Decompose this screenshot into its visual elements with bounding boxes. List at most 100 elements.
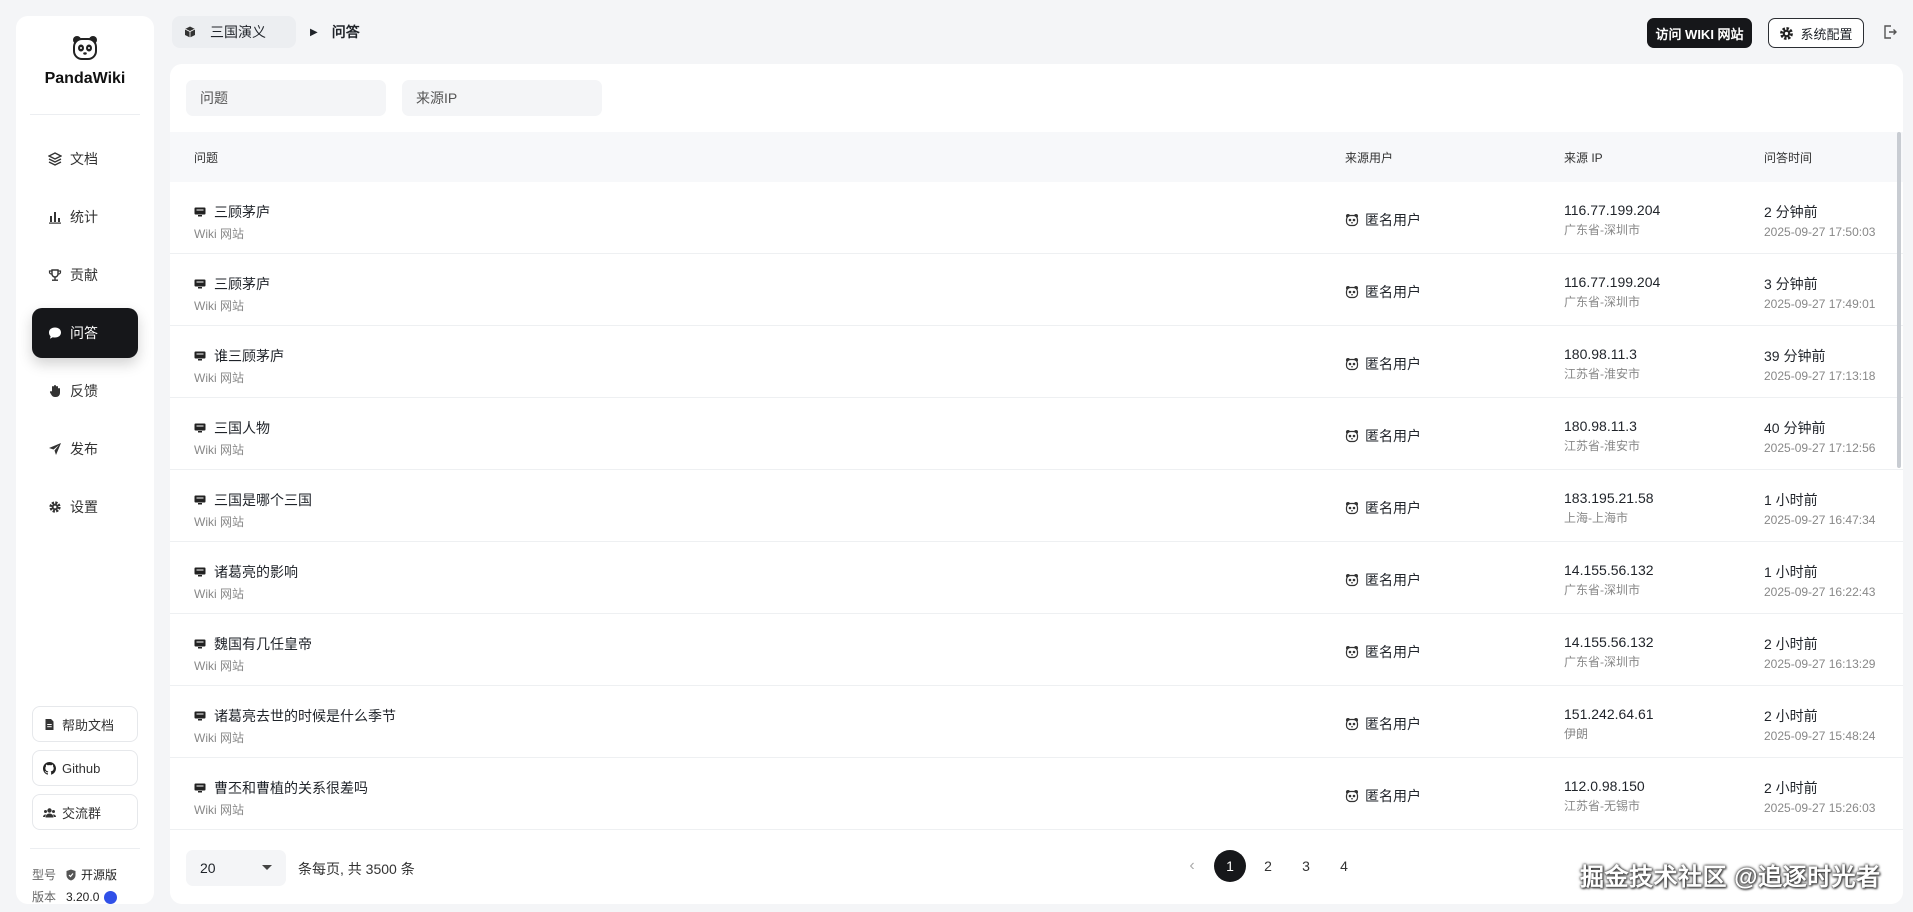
sidebar-item-docs[interactable]: 文档 xyxy=(32,134,138,184)
absolute-time: 2025-09-27 17:49:01 xyxy=(1764,297,1876,311)
sidebar-item-settings[interactable]: 设置 xyxy=(32,482,138,532)
relative-time: 2 分钟前 xyxy=(1764,204,1818,220)
question-text[interactable]: 三顾茅庐 xyxy=(214,202,270,222)
ip-address: 116.77.199.204 xyxy=(1564,274,1661,290)
page-size-select[interactable]: 20 xyxy=(186,850,286,886)
ip-location: 广东省-深圳市 xyxy=(1564,583,1640,597)
question-cell: 三国人物 Wiki 网站 xyxy=(194,418,270,458)
time-cell: 39 分钟前 2025-09-27 17:13:18 xyxy=(1764,346,1875,383)
time-cell: 40 分钟前 2025-09-27 17:12:56 xyxy=(1764,418,1875,455)
question-source: Wiki 网站 xyxy=(194,299,244,313)
breadcrumb-space: 三国演义 xyxy=(210,24,266,40)
question-cell: 三顾茅庐 Wiki 网站 xyxy=(194,202,270,242)
question-text[interactable]: 三国是哪个三国 xyxy=(214,490,312,510)
page-button[interactable]: 1 xyxy=(1214,850,1246,882)
ip-address: 183.195.21.58 xyxy=(1564,490,1654,506)
question-text[interactable]: 诸葛亮去世的时候是什么季节 xyxy=(214,706,396,726)
question-cell: 谁三顾茅庐 Wiki 网站 xyxy=(194,346,284,386)
question-text[interactable]: 三顾茅庐 xyxy=(214,274,270,294)
time-cell: 1 小时前 2025-09-27 16:22:43 xyxy=(1764,562,1875,599)
panda-avatar-icon xyxy=(1345,646,1359,659)
time-cell: 2 小时前 2025-09-27 15:48:24 xyxy=(1764,706,1875,743)
page-button[interactable]: 3 xyxy=(1290,850,1322,882)
question-source: Wiki 网站 xyxy=(194,515,244,529)
chat-bubble-icon xyxy=(49,327,61,339)
bar-chart-icon xyxy=(49,212,61,224)
sidebar-item-label: 文档 xyxy=(70,151,98,167)
user-cell: 匿名用户 xyxy=(1345,426,1421,446)
cube-icon xyxy=(184,26,196,38)
app-name: PandaWiki xyxy=(44,70,126,87)
table-row[interactable]: 三国是哪个三国 Wiki 网站 匿名用户 183.195.21.58 上海-上海市 1 小… xyxy=(170,470,1903,542)
ip-cell: 14.155.56.132 广东省-深圳市 xyxy=(1564,562,1654,598)
question-text[interactable]: 曹丕和曹植的关系很差吗 xyxy=(214,778,368,798)
question-text[interactable]: 诸葛亮的影响 xyxy=(214,562,298,582)
question-filter-input[interactable] xyxy=(186,80,386,116)
question-source: Wiki 网站 xyxy=(194,803,244,817)
question-cell: 诸葛亮的影响 Wiki 网站 xyxy=(194,562,298,602)
github-label: Github xyxy=(62,760,101,776)
sidebar-item-label: 设置 xyxy=(70,499,98,515)
question-text[interactable]: 谁三顾茅庐 xyxy=(214,346,284,366)
time-cell: 2 分钟前 2025-09-27 17:50:03 xyxy=(1764,202,1875,239)
user-cell: 匿名用户 xyxy=(1345,642,1421,662)
user-name: 匿名用户 xyxy=(1365,716,1421,732)
user-cell: 匿名用户 xyxy=(1345,282,1421,302)
update-badge-icon[interactable] xyxy=(104,890,118,904)
ip-cell: 14.155.56.132 广东省-深圳市 xyxy=(1564,634,1654,670)
page-button[interactable]: 2 xyxy=(1252,850,1284,882)
qa-panel: 问题 来源用户 来源 IP 问答时间 三顾茅庐Wiki 网站匿名用户116.77… xyxy=(170,64,1903,904)
edition-label: 型号 xyxy=(32,868,57,882)
table-scrollbar[interactable] xyxy=(1897,132,1901,468)
pagination-summary: 条每页, 共 3500 条 xyxy=(298,861,415,877)
question-source: Wiki 网站 xyxy=(194,659,244,673)
ip-filter-input[interactable] xyxy=(402,80,602,116)
user-name: 匿名用户 xyxy=(1365,356,1421,372)
help-docs-button[interactable]: 帮助文档 xyxy=(32,706,138,742)
group-icon xyxy=(43,807,56,817)
logout-icon[interactable] xyxy=(1882,24,1898,40)
version-label: 版本 xyxy=(32,890,57,904)
sidebar-item-publish[interactable]: 发布 xyxy=(32,424,138,474)
sidebar-item-feedback[interactable]: 反馈 xyxy=(32,366,138,416)
question-text[interactable]: 魏国有几任皇帝 xyxy=(214,634,312,654)
sidebar-item-qa[interactable]: 问答 xyxy=(32,308,138,358)
ip-address: 151.242.64.61 xyxy=(1564,706,1654,722)
visit-wiki-button[interactable]: 访问 WIKI 网站 xyxy=(1647,18,1752,48)
user-name: 匿名用户 xyxy=(1365,500,1421,516)
panda-avatar-icon xyxy=(1345,214,1359,227)
table-row[interactable]: 诸葛亮去世的时候是什么季节 Wiki 网站 匿名用户 151.242.64.61 伊朗 2… xyxy=(170,686,1903,758)
community-group-button[interactable]: 交流群 xyxy=(32,794,138,830)
edition-value: 开源版 xyxy=(81,868,118,882)
sidebar-nav: 文档 统计 贡献 问答 反馈 发布 设置 xyxy=(32,134,138,540)
app-logo[interactable]: PandaWiki xyxy=(16,34,154,88)
table-row[interactable]: 诸葛亮的影响 Wiki 网站 匿名用户 14.155.56.132 广东省-深圳市 1 小… xyxy=(170,542,1903,614)
table-row[interactable]: 三顾茅庐 Wiki 网站 匿名用户 116.77.199.204 广东省-深圳市 2 分钟… xyxy=(170,182,1903,254)
ip-location: 江苏省-无锡市 xyxy=(1564,799,1640,813)
user-cell: 匿名用户 xyxy=(1345,570,1421,590)
sidebar-item-contribution[interactable]: 贡献 xyxy=(32,250,138,300)
user-cell: 匿名用户 xyxy=(1345,498,1421,518)
question-text[interactable]: 三国人物 xyxy=(214,418,270,438)
knowledge-base-selector[interactable]: 三国演义 xyxy=(172,16,296,48)
ip-address: 112.0.98.150 xyxy=(1564,778,1645,794)
relative-time: 40 分钟前 xyxy=(1764,420,1826,436)
table-row[interactable]: 谁三顾茅庐 Wiki 网站 匿名用户 180.98.11.3 江苏省-淮安市 39 分钟前… xyxy=(170,326,1903,398)
relative-time: 2 小时前 xyxy=(1764,636,1818,652)
table-row[interactable]: 三国人物 Wiki 网站 匿名用户 180.98.11.3 江苏省-淮安市 40 分钟前 2… xyxy=(170,398,1903,470)
prev-page-icon[interactable]: ‹ xyxy=(1176,850,1208,882)
table-row[interactable]: 曹丕和曹植的关系很差吗 Wiki 网站 匿名用户 112.0.98.150 江苏省-无锡… xyxy=(170,758,1903,830)
ip-location: 广东省-深圳市 xyxy=(1564,295,1640,309)
github-button[interactable]: Github xyxy=(32,750,138,786)
ip-location: 上海-上海市 xyxy=(1564,511,1628,525)
ip-address: 180.98.11.3 xyxy=(1564,346,1637,362)
page-button[interactable]: 4 xyxy=(1328,850,1360,882)
system-config-label: 系统配置 xyxy=(1800,26,1853,42)
sidebar-item-stats[interactable]: 统计 xyxy=(32,192,138,242)
relative-time: 2 小时前 xyxy=(1764,780,1818,796)
ip-location: 广东省-深圳市 xyxy=(1564,655,1640,669)
system-config-button[interactable]: 系统配置 xyxy=(1768,18,1864,48)
table-row[interactable]: 魏国有几任皇帝 Wiki 网站 匿名用户 14.155.56.132 广东省-深圳市 2 … xyxy=(170,614,1903,686)
user-cell: 匿名用户 xyxy=(1345,786,1421,806)
table-row[interactable]: 三顾茅庐 Wiki 网站 匿名用户 116.77.199.204 广东省-深圳市 3 分钟… xyxy=(170,254,1903,326)
